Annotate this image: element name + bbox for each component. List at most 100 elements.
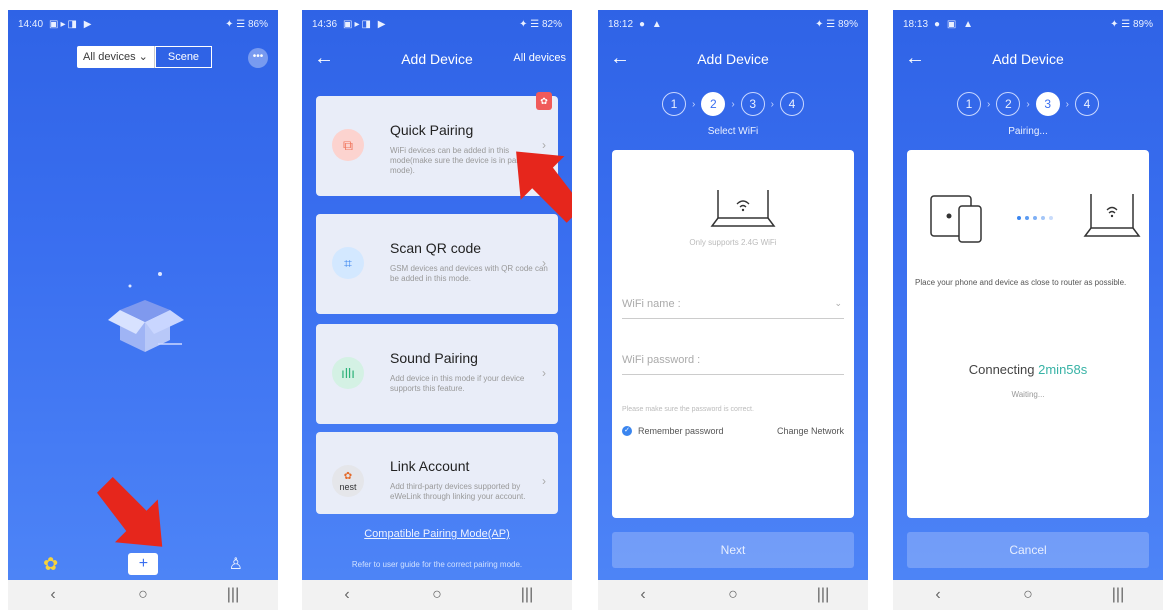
next-button[interactable]: Next <box>612 532 854 568</box>
empty-box-illustration <box>108 272 184 352</box>
device-icon: ⧉ <box>332 129 364 161</box>
step-4: 4 <box>1075 92 1100 116</box>
nav-back-icon[interactable]: ‹ <box>332 586 362 604</box>
all-devices-label: All devices <box>83 51 136 63</box>
card-title: Link Account <box>390 458 470 474</box>
more-button[interactable]: ••• <box>248 48 268 68</box>
connecting-label: Connecting <box>968 362 1035 377</box>
red-arrow-down-icon <box>97 477 163 547</box>
qr-icon: ⌗ <box>332 247 364 279</box>
device-scene-switch[interactable]: All devices ⌄ Scene <box>77 46 213 68</box>
step-chevron-icon: › <box>986 98 991 110</box>
step-chevron-icon: › <box>770 98 775 110</box>
status-bar: 18:12 ● ▲ ✦ ☰ 89% <box>598 10 868 38</box>
step-label: Pairing... <box>1008 126 1048 137</box>
nest-logo: nest <box>339 481 357 492</box>
badge-icon: ✿ <box>536 92 552 110</box>
nav-back-icon[interactable]: ‹ <box>628 586 658 604</box>
countdown-timer: 2min58s <box>1038 362 1088 377</box>
header: ← Add Device <box>893 44 1163 74</box>
grid-icon[interactable]: ✿ <box>43 554 58 575</box>
card-title: Sound Pairing <box>390 350 478 366</box>
phone-add-device: 14:36 ▣▸◨ ▶ ✦ ☰ 82% ← Add Device All devi… <box>302 10 572 610</box>
card-title: Quick Pairing <box>390 122 474 138</box>
wifi-form-panel: Only supports 2.4G WiFi WiFi name : ⌄ Wi… <box>612 150 854 518</box>
page-title: Add Device <box>992 51 1064 67</box>
router-icon <box>710 190 776 227</box>
nav-recent-icon[interactable]: ||| <box>218 586 248 604</box>
wifi-name-field[interactable]: WiFi name : ⌄ <box>622 298 844 319</box>
nav-back-icon[interactable]: ‹ <box>923 586 953 604</box>
status-icons: ● ▲ <box>639 18 664 30</box>
add-device-button[interactable]: + <box>128 553 159 575</box>
page-title: Add Device <box>697 51 769 67</box>
step-indicator: 1 › 2 › 3 › 4 <box>893 92 1163 116</box>
waiting-text: Waiting... <box>1011 390 1045 399</box>
compatible-pairing-link[interactable]: Compatible Pairing Mode(AP) <box>302 528 572 540</box>
wifi-signal-icon: ✦ ☰ <box>1110 18 1133 30</box>
all-devices-button[interactable]: All devices ⌄ <box>77 46 155 68</box>
nav-recent-icon[interactable]: ||| <box>1103 586 1133 604</box>
back-arrow-icon[interactable]: ← <box>314 48 334 68</box>
wifi-password-placeholder: WiFi password : <box>622 354 701 366</box>
cancel-button[interactable]: Cancel <box>907 532 1149 568</box>
link-account-card[interactable]: ✿ nest Link Account Add third-party devi… <box>316 432 558 514</box>
android-nav-bar: ‹ ○ ||| <box>598 580 868 610</box>
support-note: Only supports 2.4G WiFi <box>689 238 777 247</box>
battery-level: 86% <box>247 18 268 30</box>
wifi-signal-icon: ✦ ☰ <box>225 18 248 30</box>
android-nav-bar: ‹ ○ ||| <box>8 580 278 610</box>
all-devices-link[interactable]: All devices <box>513 52 566 64</box>
sound-icon: ıllı <box>332 357 364 389</box>
change-network-link[interactable]: Change Network <box>777 426 844 436</box>
step-1: 1 <box>956 92 981 116</box>
android-nav-bar: ‹ ○ ||| <box>302 580 572 610</box>
chevron-down-icon[interactable]: ⌄ <box>834 298 842 309</box>
nav-back-icon[interactable]: ‹ <box>38 586 68 604</box>
phone-pairing: 18:13 ● ▣ ▲ ✦ ☰ 89% ← Add Device 1 › 2 › … <box>893 10 1163 610</box>
step-3: 3 <box>740 92 765 116</box>
step-chevron-icon: › <box>1065 98 1070 110</box>
step-3: 3 <box>1035 92 1060 116</box>
status-icons: ▣▸◨ ▶ <box>49 18 94 30</box>
wifi-password-field[interactable]: WiFi password : <box>622 354 844 375</box>
remember-password-checkbox[interactable]: ✓ Remember password <box>622 426 724 436</box>
card-desc: Add third-party devices supported by eWe… <box>390 482 526 501</box>
red-arrow-up-icon <box>516 151 572 223</box>
page-title: Add Device <box>401 51 473 67</box>
phone-select-wifi: 18:12 ● ▲ ✦ ☰ 89% ← Add Device 1 › 2 › 3 … <box>598 10 868 610</box>
status-icons: ▣▸◨ ▶ <box>343 18 388 30</box>
nav-home-icon[interactable]: ○ <box>718 586 748 604</box>
bottom-tab-bar: ✿ + ♙ <box>8 548 278 580</box>
status-icons: ● ▣ ▲ <box>934 18 975 30</box>
sound-pairing-card[interactable]: ıllı Sound Pairing Add device in this mo… <box>316 324 558 424</box>
scene-button[interactable]: Scene <box>154 46 213 68</box>
user-icon[interactable]: ♙ <box>229 554 243 574</box>
nav-recent-icon[interactable]: ||| <box>512 586 542 604</box>
status-time: 18:13 <box>903 18 929 30</box>
header: ← Add Device All devices <box>302 44 572 74</box>
back-arrow-icon[interactable]: ← <box>610 48 630 68</box>
wifi-signal-icon: ✦ ☰ <box>519 18 542 30</box>
nav-home-icon[interactable]: ○ <box>422 586 452 604</box>
step-2: 2 <box>701 92 726 116</box>
step-indicator: 1 › 2 › 3 › 4 <box>598 92 868 116</box>
card-title: Scan QR code <box>390 240 482 256</box>
nav-home-icon[interactable]: ○ <box>1013 586 1043 604</box>
chevron-right-icon: › <box>542 474 546 488</box>
step-chevron-icon: › <box>731 98 735 110</box>
nav-home-icon[interactable]: ○ <box>128 586 158 604</box>
step-2: 2 <box>996 92 1021 116</box>
remember-label: Remember password <box>638 426 724 436</box>
chevron-right-icon: › <box>542 366 546 380</box>
nest-logo-dots: ✿ <box>343 470 353 482</box>
phone-home: 14:40 ▣▸◨ ▶ ✦ ☰ 86% All devices ⌄ Scene •… <box>8 10 278 610</box>
android-nav-bar: ‹ ○ ||| <box>893 580 1163 610</box>
status-bar: 14:40 ▣▸◨ ▶ ✦ ☰ 86% <box>8 10 278 38</box>
nav-recent-icon[interactable]: ||| <box>808 586 838 604</box>
step-chevron-icon: › <box>1026 98 1030 110</box>
status-time: 14:36 <box>312 18 338 30</box>
header: ← Add Device <box>598 44 868 74</box>
wifi-signal-icon: ✦ ☰ <box>815 18 838 30</box>
back-arrow-icon[interactable]: ← <box>905 48 925 68</box>
